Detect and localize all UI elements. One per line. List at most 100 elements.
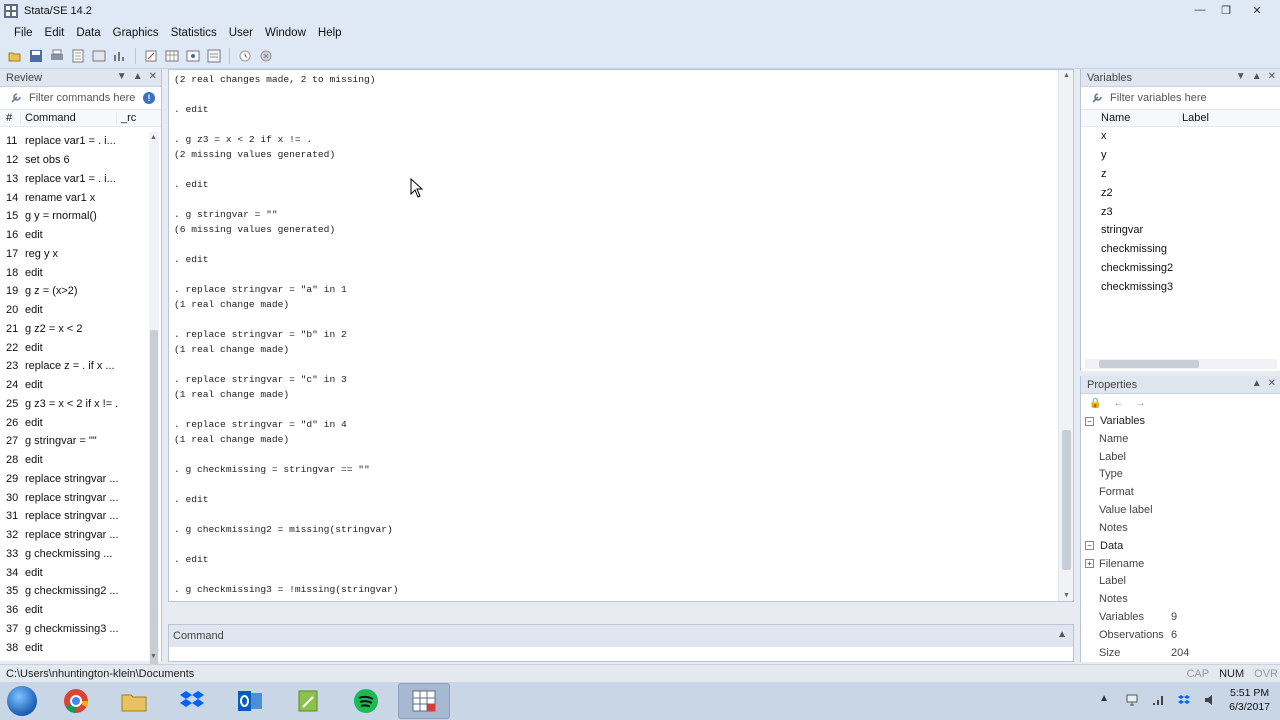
variable-property-row[interactable]: Name [1081, 430, 1280, 448]
close-icon[interactable]: ✕ [149, 71, 157, 82]
review-row[interactable]: 33 g checkmissing ... [0, 545, 148, 564]
variable-item[interactable]: z3 [1081, 202, 1280, 221]
results-scrollbar[interactable]: ▲ ▼ [1058, 70, 1073, 601]
review-filter[interactable]: Filter commands here ! [0, 87, 161, 109]
spotify-icon[interactable] [340, 683, 392, 719]
variable-item[interactable]: z2 [1081, 183, 1280, 202]
file-explorer-icon[interactable] [108, 683, 160, 719]
chrome-icon[interactable] [50, 683, 102, 719]
review-row[interactable]: 28 edit [0, 451, 148, 470]
review-row[interactable]: 29 replace stringvar ... [0, 470, 148, 489]
review-filter-input[interactable]: Filter commands here [29, 92, 135, 104]
expand-icon[interactable]: + [1085, 559, 1094, 569]
menu-window[interactable]: Window [259, 27, 312, 39]
graph-icon[interactable] [111, 47, 129, 65]
properties-section-variables[interactable]: − Variables [1081, 412, 1280, 430]
review-row[interactable]: 36 edit [0, 601, 148, 620]
variable-item[interactable]: y [1081, 146, 1280, 165]
forward-arrow-icon[interactable]: → [1135, 398, 1145, 409]
variable-item[interactable]: checkmissing3 [1081, 277, 1280, 296]
review-row[interactable]: 11 replace var1 = . i... [0, 132, 148, 151]
close-icon[interactable]: ✕ [1268, 71, 1276, 82]
variables-hscrollbar[interactable] [1085, 359, 1277, 369]
properties-section-data[interactable]: − Data [1081, 537, 1280, 555]
menu-file[interactable]: File [8, 27, 39, 39]
review-row[interactable]: 17 reg y x [0, 245, 148, 264]
review-row[interactable]: 21 g z2 = x < 2 [0, 320, 148, 339]
review-row[interactable]: 18 edit [0, 263, 148, 282]
variables-filter[interactable]: Filter variables here [1081, 87, 1280, 109]
data-property-row[interactable]: Size 204 [1081, 644, 1280, 662]
variables-manager-icon[interactable] [205, 47, 223, 65]
review-row[interactable]: 32 replace stringvar ... [0, 526, 148, 545]
filter-icon[interactable]: ▼ [1236, 71, 1246, 82]
dropbox-tray-icon[interactable] [1177, 693, 1191, 707]
review-row[interactable]: 38 edit [0, 638, 148, 657]
col-name-header[interactable]: Name [1081, 112, 1179, 124]
show-hidden-icons-icon[interactable]: ▲ [1099, 693, 1113, 707]
variable-property-row[interactable]: Type [1081, 466, 1280, 484]
review-scrollbar[interactable]: ▲ ▼ [149, 132, 159, 710]
menu-graphics[interactable]: Graphics [107, 27, 165, 39]
review-row[interactable]: 35 g checkmissing2 ... [0, 582, 148, 601]
dropbox-icon[interactable] [166, 683, 218, 719]
variable-item[interactable]: stringvar [1081, 221, 1280, 240]
back-arrow-icon[interactable]: ← [1113, 398, 1123, 409]
viewer-icon[interactable] [90, 47, 108, 65]
review-row[interactable]: 34 edit [0, 563, 148, 582]
data-property-row[interactable]: + Filename [1081, 555, 1280, 573]
system-clock[interactable]: 5:51 PM 6/3/2017 [1229, 686, 1270, 714]
variable-item[interactable]: checkmissing [1081, 240, 1280, 259]
data-property-row[interactable]: Variables 9 [1081, 608, 1280, 626]
notepad-icon[interactable] [282, 683, 334, 719]
network-icon[interactable] [1125, 693, 1139, 707]
col-rc-header[interactable]: _rc [116, 112, 142, 124]
scroll-up-icon[interactable]: ▲ [1063, 72, 1070, 79]
review-row[interactable]: 19 g z = (x>2) [0, 282, 148, 301]
lock-icon[interactable]: 🔒 [1089, 398, 1101, 409]
col-num-header[interactable]: # [0, 112, 20, 124]
review-row[interactable]: 25 g z3 = x < 2 if x != . [0, 395, 148, 414]
stata-icon[interactable] [398, 683, 450, 719]
menu-statistics[interactable]: Statistics [165, 27, 223, 39]
variable-property-row[interactable]: Label [1081, 448, 1280, 466]
open-icon[interactable] [6, 47, 24, 65]
review-row[interactable]: 27 g stringvar = "" [0, 432, 148, 451]
variable-property-row[interactable]: Value label [1081, 501, 1280, 519]
do-file-editor-icon[interactable] [142, 47, 160, 65]
more-icon[interactable] [236, 47, 254, 65]
outlook-icon[interactable] [224, 683, 276, 719]
volume-icon[interactable] [1203, 693, 1217, 707]
variable-property-row[interactable]: Format [1081, 483, 1280, 501]
variable-item[interactable]: x [1081, 127, 1280, 146]
pin-icon[interactable]: ▲ [1252, 378, 1262, 389]
collapse-icon[interactable]: − [1085, 416, 1094, 426]
scroll-up-icon[interactable]: ▲ [150, 134, 157, 141]
break-icon[interactable] [257, 47, 275, 65]
wifi-icon[interactable] [1151, 693, 1165, 707]
command-input[interactable] [169, 647, 1073, 661]
pin-icon[interactable]: ▲ [133, 71, 143, 82]
collapse-icon[interactable]: − [1085, 541, 1094, 551]
minimize-button[interactable]: — [1188, 2, 1212, 18]
variables-scroll-thumb[interactable] [1099, 360, 1199, 368]
data-property-row[interactable]: Observations 6 [1081, 626, 1280, 644]
menu-user[interactable]: User [223, 27, 259, 39]
menu-data[interactable]: Data [70, 27, 106, 39]
review-row[interactable]: 22 edit [0, 338, 148, 357]
data-editor-icon[interactable] [163, 47, 181, 65]
scroll-down-icon[interactable]: ▼ [150, 653, 157, 660]
review-row[interactable]: 23 replace z = . if x ... [0, 357, 148, 376]
info-icon[interactable]: ! [143, 92, 155, 104]
data-property-row[interactable]: Notes [1081, 590, 1280, 608]
variable-item[interactable]: z [1081, 165, 1280, 184]
variables-filter-input[interactable]: Filter variables here [1110, 92, 1207, 104]
log-icon[interactable] [69, 47, 87, 65]
variable-item[interactable]: checkmissing2 [1081, 259, 1280, 278]
data-property-row[interactable]: Label [1081, 573, 1280, 591]
review-row[interactable]: 31 replace stringvar ... [0, 507, 148, 526]
review-row[interactable]: 30 replace stringvar ... [0, 488, 148, 507]
menu-edit[interactable]: Edit [39, 27, 71, 39]
col-command-header[interactable]: Command [20, 112, 116, 124]
menu-help[interactable]: Help [312, 27, 348, 39]
